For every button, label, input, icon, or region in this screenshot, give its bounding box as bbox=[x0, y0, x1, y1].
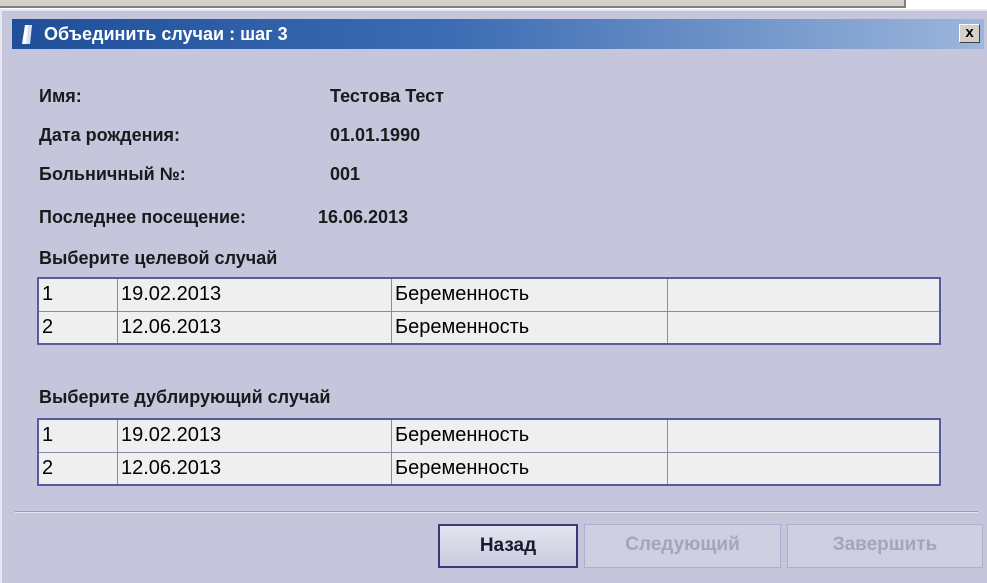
case-number-cell: 2 bbox=[39, 312, 118, 343]
button-separator bbox=[15, 511, 978, 513]
case-type-cell: Беременность bbox=[392, 279, 668, 311]
close-icon: x bbox=[965, 24, 974, 41]
case-extra-cell bbox=[668, 312, 939, 343]
target-case-label: Выберите целевой случай bbox=[39, 248, 278, 268]
patient-name-value: Тестова Тест bbox=[330, 86, 444, 106]
back-button[interactable]: Назад bbox=[438, 524, 578, 568]
dob-value: 01.01.1990 bbox=[330, 125, 421, 145]
case-number-cell: 2 bbox=[39, 453, 118, 484]
case-date-cell: 19.02.2013 bbox=[118, 420, 392, 452]
case-type-cell: Беременность bbox=[392, 420, 668, 452]
case-extra-cell bbox=[668, 279, 939, 311]
last-visit-label: Последнее посещение: bbox=[39, 207, 247, 227]
case-type-cell: Беременность bbox=[392, 453, 668, 484]
title-bar[interactable]: Объединить случаи : шаг 3 bbox=[12, 19, 984, 49]
dob-label: Дата рождения: bbox=[39, 125, 181, 145]
dialog-title: Объединить случаи : шаг 3 bbox=[44, 24, 288, 44]
case-extra-cell bbox=[668, 453, 939, 484]
case-number-cell: 1 bbox=[39, 279, 118, 311]
table-row[interactable]: 1 19.02.2013 Беременность bbox=[39, 279, 939, 311]
last-visit-value: 16.06.2013 bbox=[318, 207, 409, 227]
close-button[interactable]: x bbox=[959, 24, 980, 43]
patient-name-label: Имя: bbox=[39, 86, 82, 106]
next-button[interactable]: Следующий bbox=[584, 524, 781, 568]
background-window-edge bbox=[0, 0, 906, 8]
duplicate-case-label: Выберите дублирующий случай bbox=[39, 387, 331, 407]
table-row[interactable]: 1 19.02.2013 Беременность bbox=[39, 420, 939, 452]
case-extra-cell bbox=[668, 420, 939, 452]
case-date-cell: 12.06.2013 bbox=[118, 453, 392, 484]
case-number-cell: 1 bbox=[39, 420, 118, 452]
case-date-cell: 19.02.2013 bbox=[118, 279, 392, 311]
table-row[interactable]: 2 12.06.2013 Беременность bbox=[39, 311, 939, 343]
app-window-icon bbox=[22, 25, 32, 44]
case-type-cell: Беременность bbox=[392, 312, 668, 343]
target-case-table: 1 19.02.2013 Беременность 2 12.06.2013 Б… bbox=[37, 277, 941, 345]
duplicate-case-table: 1 19.02.2013 Беременность 2 12.06.2013 Б… bbox=[37, 418, 941, 486]
table-row[interactable]: 2 12.06.2013 Беременность bbox=[39, 452, 939, 484]
merge-cases-dialog: Объединить случаи : шаг 3 x Имя: Тестова… bbox=[0, 9, 987, 583]
case-date-cell: 12.06.2013 bbox=[118, 312, 392, 343]
hospital-no-value: 001 bbox=[330, 164, 361, 184]
hospital-no-label: Больничный №: bbox=[39, 164, 186, 184]
finish-button[interactable]: Завершить bbox=[787, 524, 983, 568]
